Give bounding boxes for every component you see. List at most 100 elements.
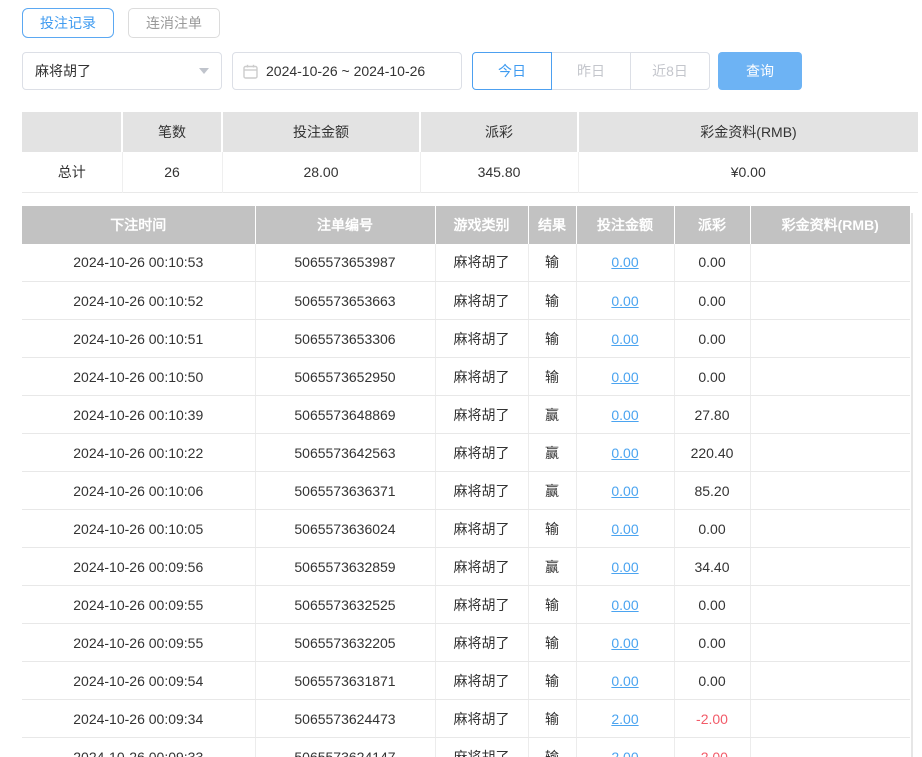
bet-amount-link[interactable]: 0.00 [611,407,638,423]
bet-time-cell: 2024-10-26 00:09:56 [22,547,256,586]
bet-amount-cell: 2.00 [576,737,675,757]
game-type-cell: 麻将胡了 [435,585,529,624]
bet-time-cell: 2024-10-26 00:10:22 [22,433,256,472]
game-type-cell: 麻将胡了 [435,281,529,320]
order-number-cell: 5065573648869 [255,395,436,434]
game-type-cell: 麻将胡了 [435,737,529,757]
result-cell: 赢 [528,433,577,472]
bet-amount-link[interactable]: 0.00 [611,521,638,537]
bet-time-cell: 2024-10-26 00:10:53 [22,243,256,282]
bet-amount-link[interactable]: 0.00 [611,559,638,575]
bet-amount-cell: 0.00 [576,623,675,662]
quick-range-last8days[interactable]: 近8日 [630,52,710,90]
game-type-cell: 麻将胡了 [435,433,529,472]
table-row: 2024-10-26 00:10:51 5065573653306 麻将胡了输 0.0… [22,319,910,358]
bet-time-cell: 2024-10-26 00:09:34 [22,699,256,738]
bonus-cell [750,243,910,282]
bet-time-cell: 2024-10-26 00:10:06 [22,471,256,510]
summary-header-row: 笔数 投注金额 派彩 彩金资料(RMB) [22,112,918,152]
bet-amount-link[interactable]: 0.00 [611,254,638,270]
bet-amount-link[interactable]: 0.00 [611,445,638,461]
bet-amount-link[interactable]: 0.00 [611,597,638,613]
bet-amount-link[interactable]: 0.00 [611,369,638,385]
bet-amount-link[interactable]: 0.00 [611,483,638,499]
game-type-selected-value: 麻将胡了 [35,63,91,79]
chevron-down-icon [199,68,209,74]
quick-range-today[interactable]: 今日 [472,52,552,90]
summary-total-row: 总计 26 28.00 345.80 ¥0.00 [22,152,918,192]
payout-cell: -2.00 [674,737,751,757]
bet-amount-cell: 0.00 [576,357,675,396]
bet-amount-link[interactable]: 0.00 [611,293,638,309]
records-table-container: 下注时间 注单编号 游戏类别 结果 投注金额 派彩 彩金资料(RMB) 2024… [22,205,912,757]
summary-total-bet-amount: 28.00 [222,152,421,192]
payout-cell: 0.00 [674,585,751,624]
bet-amount-link[interactable]: 0.00 [611,673,638,689]
game-type-select[interactable]: 麻将胡了 [22,52,222,90]
result-cell: 输 [528,281,577,320]
bet-amount-cell: 2.00 [576,699,675,738]
bet-amount-cell: 0.00 [576,661,675,700]
payout-cell: 85.20 [674,471,751,510]
result-cell: 输 [528,623,577,662]
order-number-cell: 5065573652950 [255,357,436,396]
order-number-cell: 5065573636024 [255,509,436,548]
bet-amount-link[interactable]: 2.00 [611,711,638,727]
bonus-cell [750,623,910,662]
payout-cell: 0.00 [674,319,751,358]
table-row: 2024-10-26 00:10:52 5065573653663 麻将胡了输 0.0… [22,281,910,320]
bet-amount-cell: 0.00 [576,585,675,624]
result-cell: 输 [528,737,577,757]
payout-cell: 0.00 [674,509,751,548]
bet-time-cell: 2024-10-26 00:10:50 [22,357,256,396]
quick-range-group: 今日 昨日 近8日 [472,52,710,90]
bet-time-cell: 2024-10-26 00:09:55 [22,623,256,662]
summary-total-payout: 345.80 [420,152,579,192]
header-payout: 派彩 [674,205,751,244]
payout-cell: 0.00 [674,623,751,662]
bet-amount-cell: 0.00 [576,547,675,586]
table-row: 2024-10-26 00:09:33 5065573624147 麻将胡了输 2.0… [22,737,910,757]
bonus-cell [750,319,910,358]
table-row: 2024-10-26 00:10:22 5065573642563 麻将胡了赢 0.0… [22,433,910,472]
payout-cell: 0.00 [674,661,751,700]
payout-cell: 0.00 [674,243,751,282]
bonus-cell [750,281,910,320]
search-button[interactable]: 查询 [718,52,802,90]
bet-amount-link[interactable]: 0.00 [611,331,638,347]
result-cell: 输 [528,319,577,358]
game-type-cell: 麻将胡了 [435,547,529,586]
bet-time-cell: 2024-10-26 00:10:52 [22,281,256,320]
tab-bet-records[interactable]: 投注记录 [22,8,114,38]
quick-range-yesterday[interactable]: 昨日 [551,52,631,90]
game-type-cell: 麻将胡了 [435,319,529,358]
header-game-type: 游戏类别 [435,205,529,244]
game-type-cell: 麻将胡了 [435,661,529,700]
header-bet-amount: 投注金额 [576,205,675,244]
bet-amount-cell: 0.00 [576,433,675,472]
bet-amount-link[interactable]: 2.00 [611,749,638,757]
date-range-picker[interactable]: 2024-10-26 ~ 2024-10-26 [232,52,462,90]
game-type-cell: 麻将胡了 [435,699,529,738]
bonus-cell [750,471,910,510]
records-tbody: 2024-10-26 00:10:53 5065573653987 麻将胡了输 0.0… [22,243,910,757]
tab-cascading-orders[interactable]: 连消注单 [128,8,220,38]
bet-amount-link[interactable]: 0.00 [611,635,638,651]
bet-time-cell: 2024-10-26 00:10:39 [22,395,256,434]
summary-total-count: 26 [122,152,223,192]
order-number-cell: 5065573653987 [255,243,436,282]
table-scrollbar[interactable] [911,213,913,757]
order-number-cell: 5065573642563 [255,433,436,472]
bonus-cell [750,737,910,757]
bet-amount-cell: 0.00 [576,319,675,358]
bet-time-cell: 2024-10-26 00:10:51 [22,319,256,358]
records-table: 下注时间 注单编号 游戏类别 结果 投注金额 派彩 彩金资料(RMB) 2024… [22,205,910,757]
date-range-value: 2024-10-26 ~ 2024-10-26 [266,63,426,79]
table-row: 2024-10-26 00:09:54 5065573631871 麻将胡了输 0.0… [22,661,910,700]
bonus-cell [750,433,910,472]
result-cell: 输 [528,357,577,396]
filter-toolbar: 麻将胡了 2024-10-26 ~ 2024-10-26 今日 昨日 近8日 查… [22,52,922,90]
bet-time-cell: 2024-10-26 00:09:33 [22,737,256,757]
header-result: 结果 [528,205,577,244]
payout-cell: 0.00 [674,281,751,320]
